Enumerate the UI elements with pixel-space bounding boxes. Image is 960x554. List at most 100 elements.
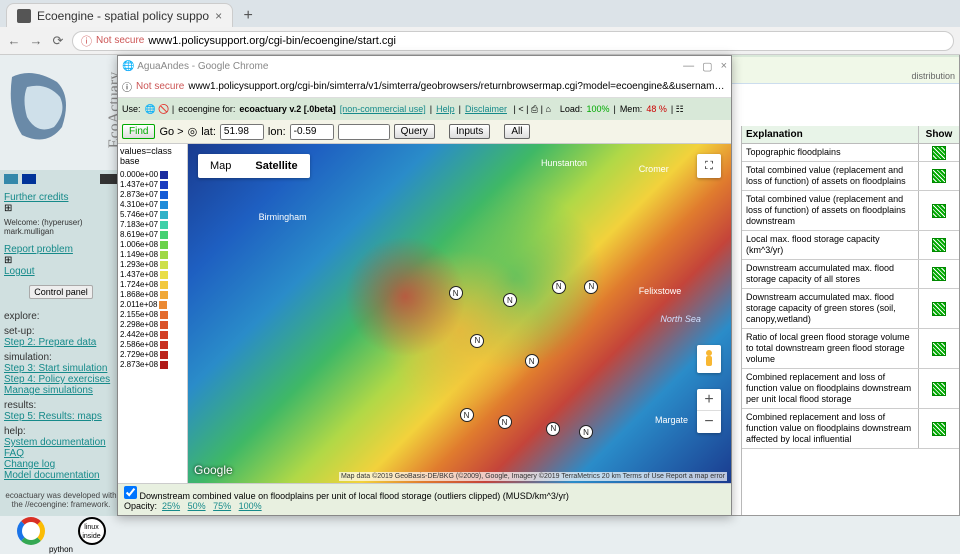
legend-row: 4.310e+07 xyxy=(120,200,185,209)
legend-row: 1.149e+08 xyxy=(120,250,185,259)
show-map-button[interactable] xyxy=(932,422,946,436)
zoom-in-icon[interactable]: + xyxy=(697,389,721,411)
step5-link[interactable]: Step 5: Results: maps xyxy=(4,411,118,422)
forward-icon[interactable]: → xyxy=(28,33,44,49)
map-marker[interactable]: N xyxy=(579,425,593,439)
popup-url: www1.policysupport.org/cgi-bin/simterra/… xyxy=(188,81,727,92)
legend-row: 7.183e+07 xyxy=(120,220,185,229)
th-explanation: Explanation xyxy=(742,126,919,143)
tab-close-icon[interactable]: × xyxy=(215,9,222,23)
show-map-button[interactable] xyxy=(932,146,946,160)
security-status: Not secure xyxy=(136,81,184,92)
map-marker[interactable]: N xyxy=(546,422,560,436)
map-marker[interactable]: N xyxy=(470,334,484,348)
python-label: python xyxy=(0,545,122,554)
opacity-100[interactable]: 100% xyxy=(239,501,262,511)
all-button[interactable]: All xyxy=(504,124,529,139)
manage-sims-link[interactable]: Manage simulations xyxy=(4,385,118,396)
map-canvas[interactable]: Map Satellite ⛶ + − N N N N N N N N N N … xyxy=(188,144,731,483)
reload-icon[interactable]: ⟳ xyxy=(50,33,66,49)
map-marker[interactable]: N xyxy=(552,280,566,294)
opacity-label: Opacity: xyxy=(124,501,157,511)
table-row: Downstream accumulated max. flood storag… xyxy=(742,260,959,289)
show-map-button[interactable] xyxy=(932,267,946,281)
browser-tab-main[interactable]: Ecoengine - spatial policy suppo × xyxy=(6,3,233,27)
back-icon[interactable]: ← xyxy=(6,33,22,49)
legend-row: 2.011e+08 xyxy=(120,300,185,309)
zoom-out-icon[interactable]: − xyxy=(697,411,721,433)
opacity-25[interactable]: 25% xyxy=(162,501,180,511)
map-marker[interactable]: N xyxy=(584,280,598,294)
go-label: Go > xyxy=(159,126,183,138)
extra-input[interactable] xyxy=(338,124,390,140)
target-icon[interactable]: ◎ xyxy=(188,125,198,138)
partner-logo-3 xyxy=(100,174,118,184)
table-row: Topographic floodplains xyxy=(742,144,959,162)
step2-link[interactable]: Step 2: Prepare data xyxy=(4,337,118,348)
map-marker[interactable]: N xyxy=(525,354,539,368)
opacity-75[interactable]: 75% xyxy=(213,501,231,511)
disc-link[interactable]: Disclaimer xyxy=(465,104,507,114)
show-map-button[interactable] xyxy=(932,204,946,218)
further-credits-link[interactable]: Further credits xyxy=(4,192,118,203)
logout-link[interactable]: Logout xyxy=(4,266,118,277)
control-panel-button[interactable]: Control panel xyxy=(29,285,93,299)
show-map-button[interactable] xyxy=(932,302,946,316)
map-marker[interactable]: N xyxy=(498,415,512,429)
section-explore: explore: xyxy=(4,311,118,322)
query-button[interactable]: Query xyxy=(394,124,435,139)
new-tab-button[interactable]: + xyxy=(237,5,259,27)
show-map-button[interactable] xyxy=(932,238,946,252)
legend-row: 2.298e+08 xyxy=(120,320,185,329)
show-map-button[interactable] xyxy=(932,342,946,356)
show-map-button[interactable] xyxy=(932,169,946,183)
maptype-map[interactable]: Map xyxy=(198,154,243,178)
faq-link[interactable]: FAQ xyxy=(4,448,118,459)
legend-row: 5.746e+07 xyxy=(120,210,185,219)
expand-icon[interactable]: ⊞ xyxy=(4,203,12,214)
sysdoc-link[interactable]: System documentation xyxy=(4,437,118,448)
section-simulation: simulation: xyxy=(4,352,118,363)
minimize-icon[interactable]: — xyxy=(683,60,694,73)
close-icon[interactable]: × xyxy=(721,60,727,73)
lon-input[interactable] xyxy=(290,124,334,140)
fullscreen-icon[interactable]: ⛶ xyxy=(697,154,721,178)
report-problem-link[interactable]: Report problem xyxy=(4,244,118,255)
section-setup: set-up: xyxy=(4,326,118,337)
legend-row: 1.437e+08 xyxy=(120,270,185,279)
legend-row: 1.437e+07 xyxy=(120,180,185,189)
find-button[interactable]: Find xyxy=(122,124,155,139)
map-legend: values=class base 0.000e+001.437e+072.87… xyxy=(118,144,188,483)
map-marker[interactable]: N xyxy=(503,293,517,307)
layer-checkbox[interactable]: Downstream combined value on floodplains… xyxy=(124,491,569,501)
dev-note: ecoactuary was developed with the //ecoe… xyxy=(0,489,122,511)
step3-link[interactable]: Step 3: Start simulation xyxy=(4,363,118,374)
map-marker[interactable]: N xyxy=(449,286,463,300)
help-link[interactable]: Help xyxy=(436,104,455,114)
legend-row: 2.873e+08 xyxy=(120,360,185,369)
noncomm-link[interactable]: [non-commercial use] xyxy=(340,104,426,114)
partner-logo-2 xyxy=(22,174,36,184)
map-attribution[interactable]: Map data ©2019 GeoBasis-DE/BKG (©2009), … xyxy=(339,472,727,481)
map-marker[interactable]: N xyxy=(460,408,474,422)
linux-icon: linux inside xyxy=(78,517,106,545)
legend-row: 1.293e+08 xyxy=(120,260,185,269)
address-bar[interactable]: ⓘ Not secure www1.policysupport.org/cgi-… xyxy=(72,31,954,51)
google-logo: Google xyxy=(194,463,233,477)
opacity-50[interactable]: 50% xyxy=(188,501,206,511)
step4-link[interactable]: Step 4: Policy exercises xyxy=(4,374,118,385)
maptype-satellite[interactable]: Satellite xyxy=(243,154,309,178)
legend-header: values=class base xyxy=(120,146,185,166)
pegman-icon[interactable] xyxy=(697,345,721,373)
table-row: Total combined value (replacement and lo… xyxy=(742,162,959,191)
inputs-button[interactable]: Inputs xyxy=(449,124,490,139)
changelog-link[interactable]: Change log xyxy=(4,459,118,470)
info-icon: ⓘ xyxy=(81,33,92,49)
show-map-button[interactable] xyxy=(932,382,946,396)
maximize-icon[interactable]: ▢ xyxy=(702,60,712,73)
lat-input[interactable] xyxy=(220,124,264,140)
legend-row: 2.442e+08 xyxy=(120,330,185,339)
modeldoc-link[interactable]: Model documentation xyxy=(4,470,118,481)
legend-row: 8.619e+07 xyxy=(120,230,185,239)
map-popup-window: 🌐 AguaAndes - Google Chrome — ▢ × ⓘ Not … xyxy=(117,55,732,516)
